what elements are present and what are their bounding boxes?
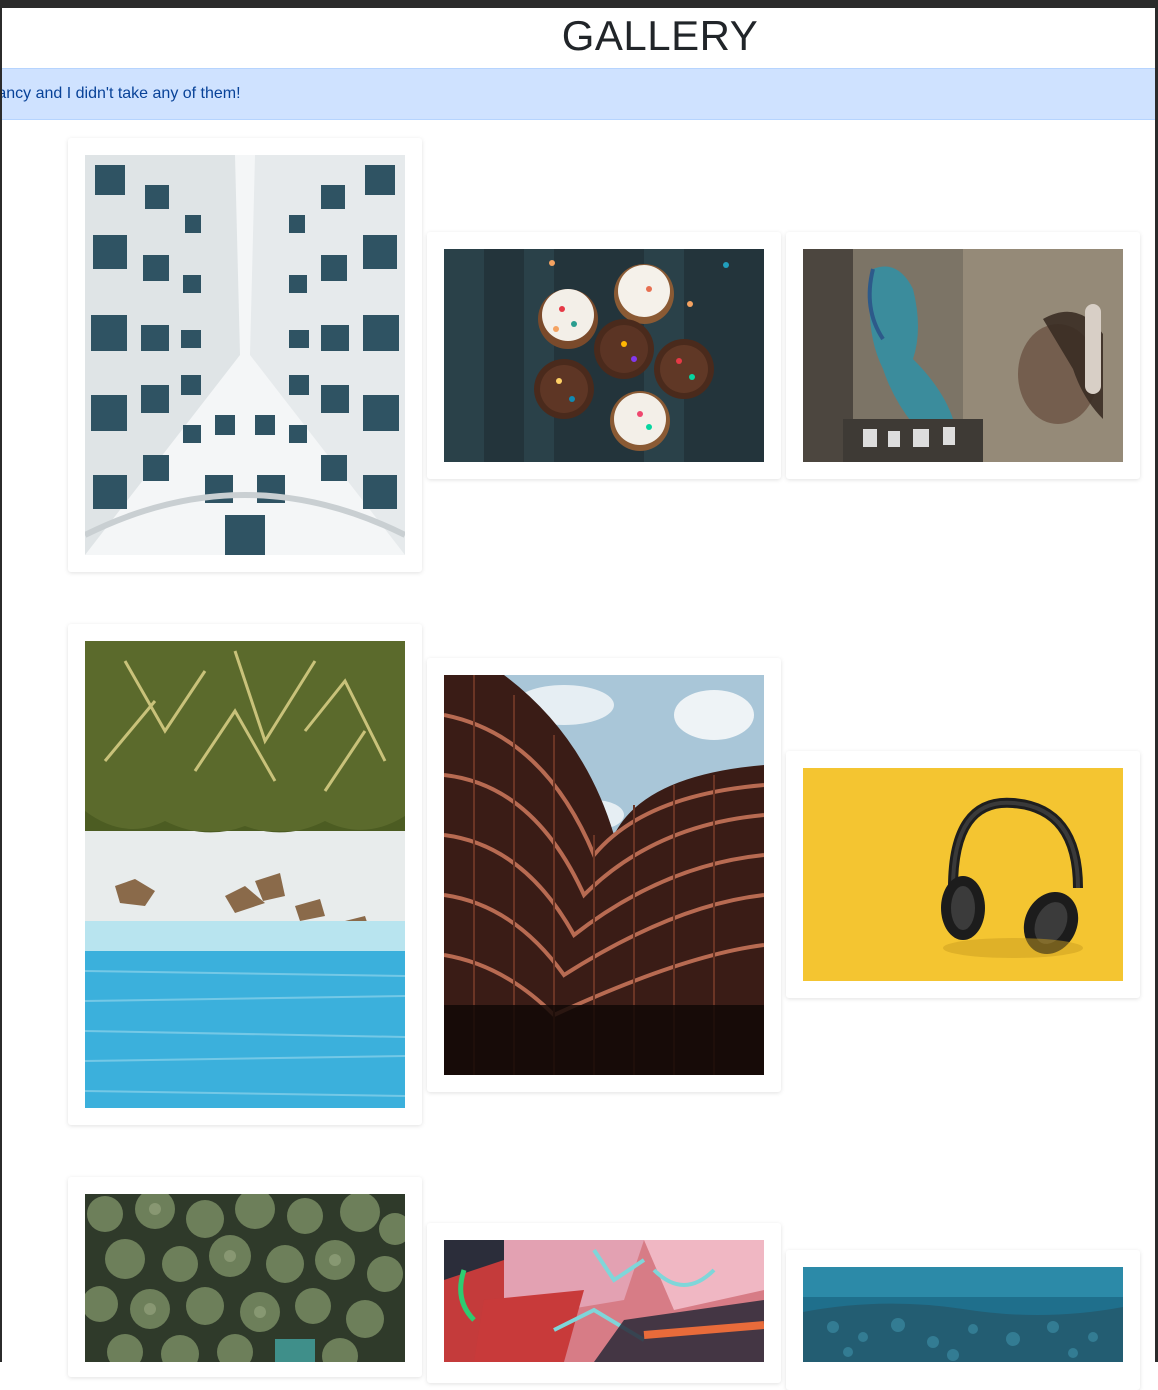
- gallery-photo-beach[interactable]: [85, 641, 405, 1108]
- info-banner-text: os are fancy and I didn't take any of th…: [2, 85, 241, 102]
- gallery-photo-street-art[interactable]: [803, 249, 1123, 462]
- gallery-photo-wavy-building[interactable]: [444, 675, 764, 1075]
- gallery-card[interactable]: [786, 232, 1140, 479]
- window-left-border: [0, 8, 2, 1362]
- gallery-photo-headphones[interactable]: [803, 768, 1123, 981]
- gallery-card[interactable]: [68, 1177, 422, 1377]
- gallery-photo-graffiti[interactable]: [444, 1240, 764, 1362]
- window-top-bar: [0, 0, 1158, 8]
- gallery-photo-ocean-reef[interactable]: [803, 1267, 1123, 1362]
- gallery-card[interactable]: [786, 1250, 1140, 1390]
- info-banner: os are fancy and I didn't take any of th…: [2, 68, 1155, 120]
- page-title: GALLERY: [561, 12, 759, 59]
- gallery-photo-palm-forest[interactable]: [85, 1194, 405, 1362]
- gallery-card[interactable]: [68, 138, 422, 572]
- gallery-card[interactable]: [427, 1223, 781, 1383]
- gallery-card[interactable]: [427, 232, 781, 479]
- gallery-card[interactable]: [427, 658, 781, 1092]
- gallery-photo-building[interactable]: [85, 155, 405, 555]
- gallery-card[interactable]: [786, 751, 1140, 998]
- gallery-photo-cupcakes[interactable]: [444, 249, 764, 462]
- gallery-card[interactable]: [68, 624, 422, 1125]
